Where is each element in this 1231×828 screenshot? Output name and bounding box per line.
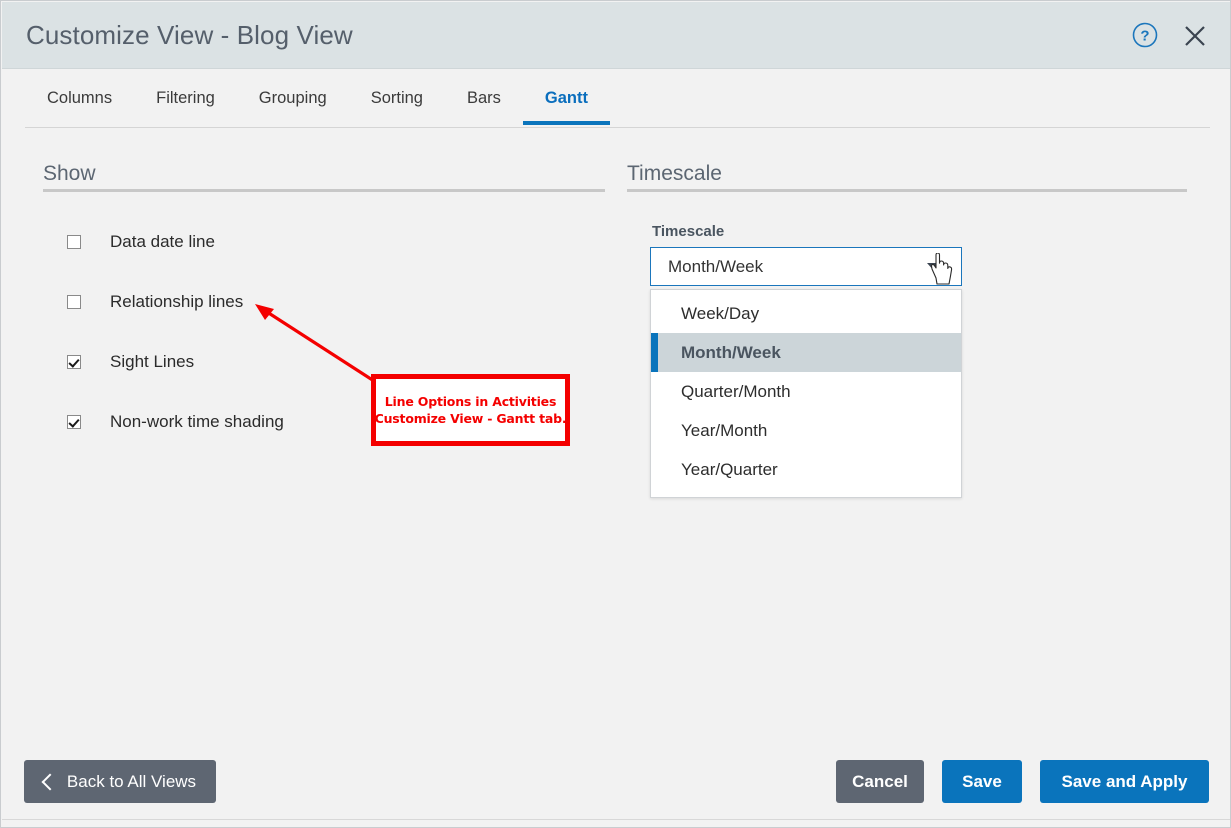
tab-grouping[interactable]: Grouping — [237, 69, 349, 125]
checkbox-label-sight-lines: Sight Lines — [110, 352, 194, 372]
footer-divider — [2, 819, 1231, 820]
annotation-line-1: Line Options in Activities — [385, 393, 556, 410]
chevron-down-icon[interactable] — [927, 263, 943, 272]
dialog-title: Customize View - Blog View — [26, 20, 353, 51]
show-section-heading: Show — [43, 162, 96, 186]
checkbox-relationship-lines[interactable] — [67, 295, 81, 309]
checkbox-data-date-line[interactable] — [67, 235, 81, 249]
tab-bar: Columns Filtering Grouping Sorting Bars … — [2, 69, 1231, 131]
tab-bar-divider — [25, 127, 1210, 128]
annotation-callout-box: Line Options in Activities Customize Vie… — [371, 374, 570, 446]
tab-bars[interactable]: Bars — [445, 69, 523, 125]
checkbox-non-work-time-shading[interactable] — [67, 415, 81, 429]
checkbox-label-relationship-lines: Relationship lines — [110, 292, 243, 312]
checkbox-sight-lines[interactable] — [67, 355, 81, 369]
timescale-option-year-month[interactable]: Year/Month — [651, 411, 961, 450]
close-icon[interactable] — [1181, 22, 1209, 50]
dialog-titlebar: Customize View - Blog View ? — [2, 2, 1231, 69]
timescale-dropdown-list[interactable]: Week/Day Month/Week Quarter/Month Year/M… — [650, 289, 962, 498]
timescale-section-heading: Timescale — [627, 162, 722, 186]
back-to-all-views-button[interactable]: Back to All Views — [24, 760, 216, 803]
customize-view-dialog: Customize View - Blog View ? Columns Fil… — [0, 0, 1231, 828]
timescale-option-week-day[interactable]: Week/Day — [651, 294, 961, 333]
annotation-arrow-icon — [246, 296, 386, 391]
help-circle-icon[interactable]: ? — [1132, 22, 1158, 48]
cancel-button[interactable]: Cancel — [836, 760, 924, 803]
timescale-field-label: Timescale — [652, 223, 724, 240]
back-to-all-views-label: Back to All Views — [67, 772, 196, 792]
checkbox-row-relationship-lines[interactable]: Relationship lines — [67, 292, 243, 312]
annotation-line-2: Customize View - Gantt tab. — [375, 410, 567, 427]
timescale-section-divider — [627, 189, 1187, 192]
tab-columns[interactable]: Columns — [25, 69, 134, 125]
save-and-apply-button[interactable]: Save and Apply — [1040, 760, 1209, 803]
timescale-option-year-quarter[interactable]: Year/Quarter — [651, 450, 961, 489]
tab-filtering[interactable]: Filtering — [134, 69, 237, 125]
timescale-option-quarter-month[interactable]: Quarter/Month — [651, 372, 961, 411]
checkbox-row-sight-lines[interactable]: Sight Lines — [67, 352, 194, 372]
tab-sorting[interactable]: Sorting — [349, 69, 445, 125]
show-section-divider — [43, 189, 605, 192]
timescale-select-value: Month/Week — [668, 257, 763, 277]
save-button[interactable]: Save — [942, 760, 1022, 803]
checkbox-label-data-date-line: Data date line — [110, 232, 215, 252]
chevron-left-icon — [41, 773, 58, 790]
timescale-select[interactable]: Month/Week — [650, 247, 962, 286]
checkbox-label-non-work-time-shading: Non-work time shading — [110, 412, 284, 432]
tab-gantt[interactable]: Gantt — [523, 69, 610, 125]
checkbox-row-data-date-line[interactable]: Data date line — [67, 232, 215, 252]
timescale-option-month-week[interactable]: Month/Week — [651, 333, 961, 372]
checkbox-row-non-work-time-shading[interactable]: Non-work time shading — [67, 412, 284, 432]
svg-text:?: ? — [1140, 28, 1149, 45]
